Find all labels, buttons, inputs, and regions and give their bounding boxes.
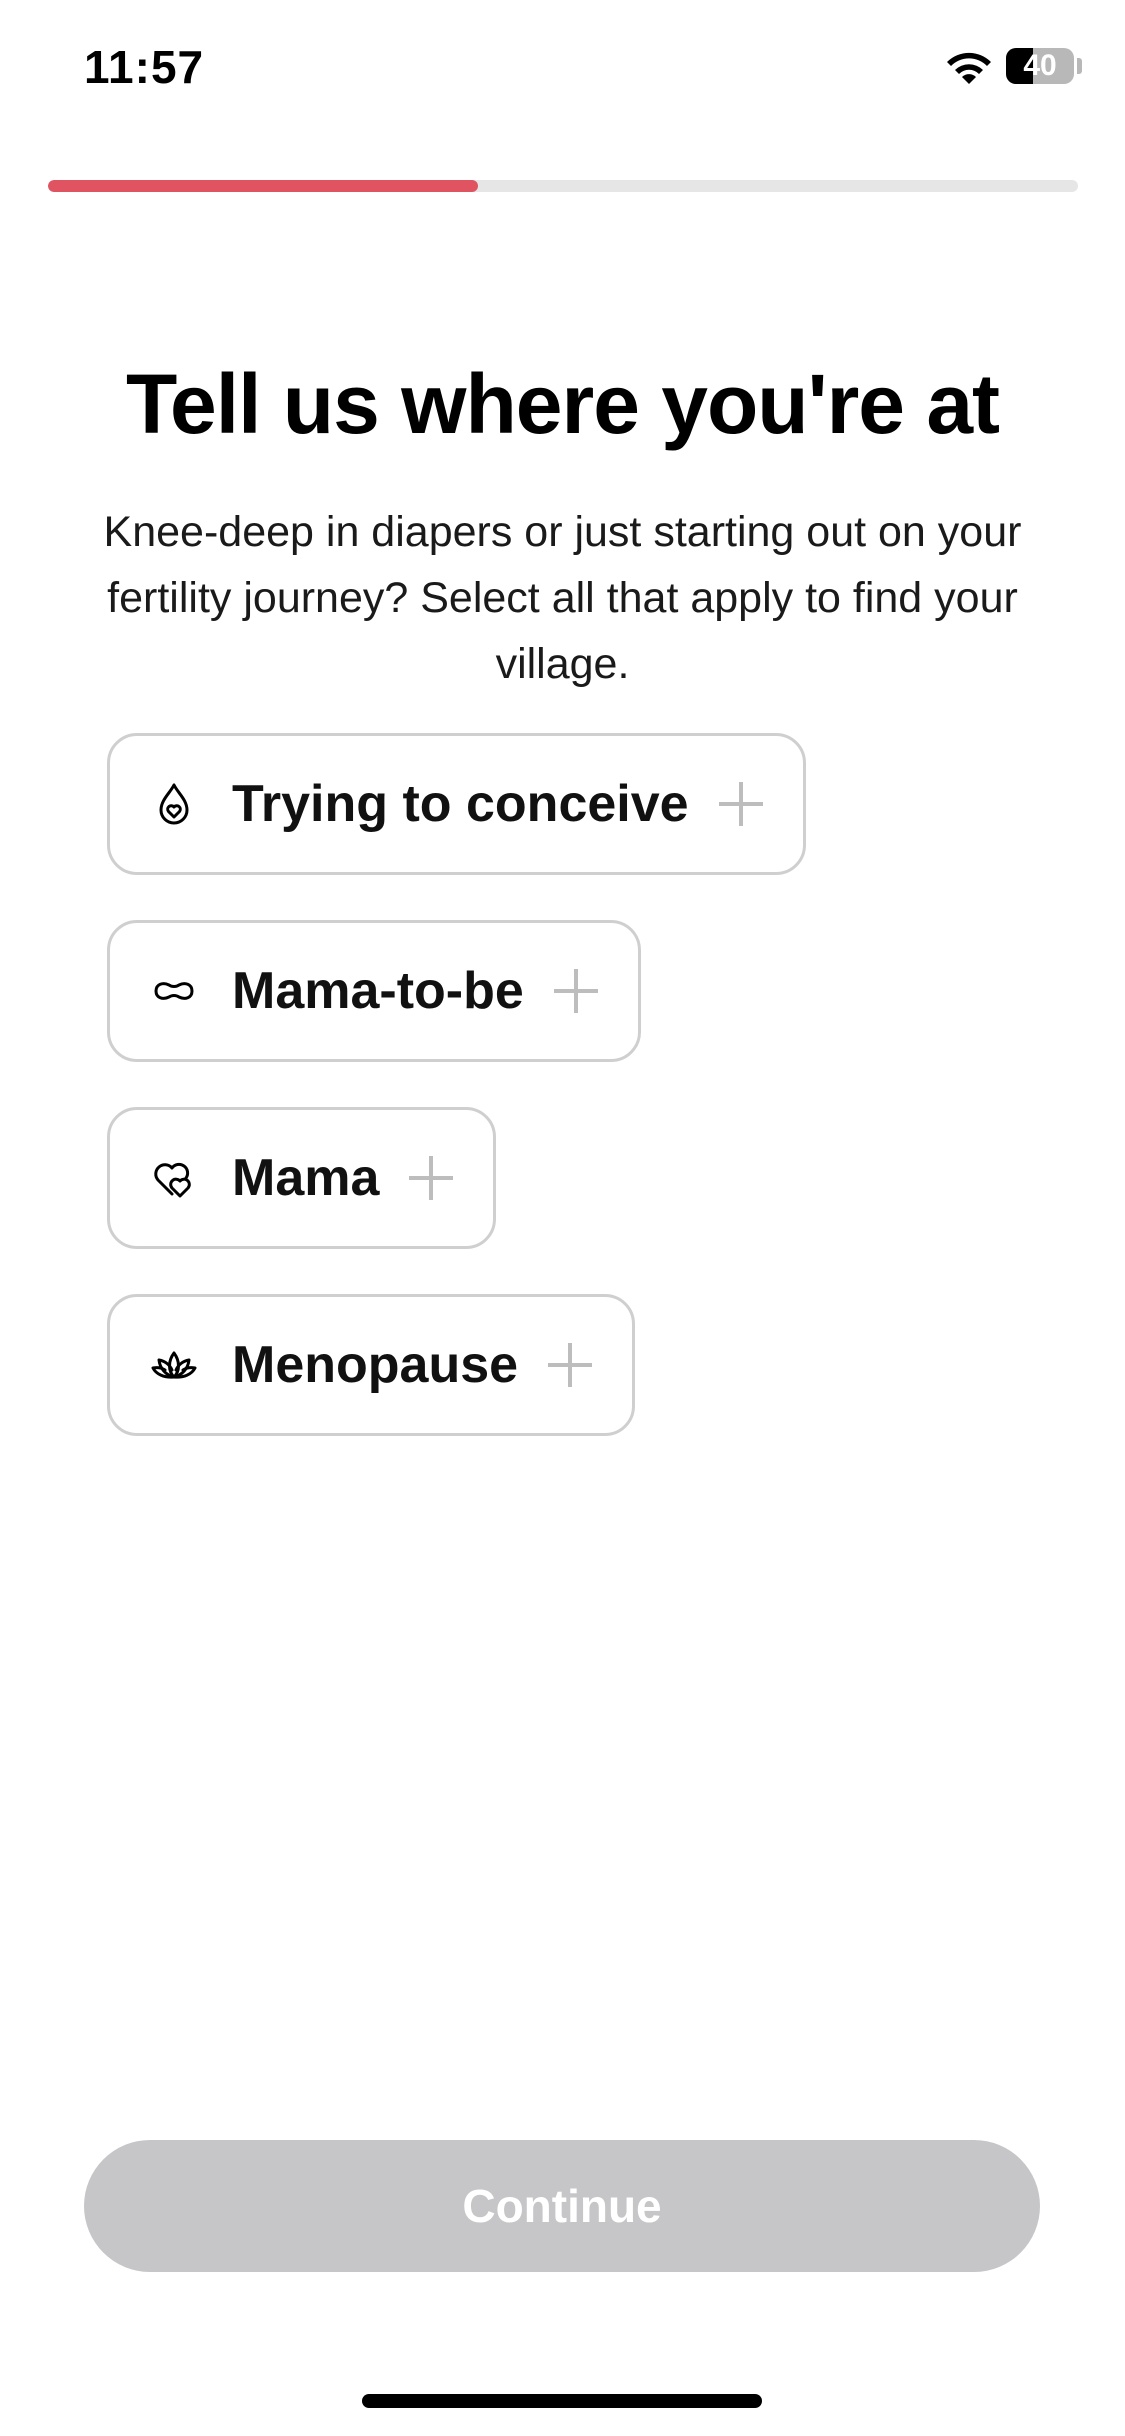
battery-tip <box>1077 58 1082 74</box>
option-menopause[interactable]: Menopause <box>107 1294 636 1436</box>
option-label: Mama <box>232 1149 380 1207</box>
page-subtitle: Knee-deep in diapers or just starting ou… <box>103 508 1022 688</box>
battery-level: 40 <box>1023 49 1057 82</box>
onboarding-progress-bar <box>48 180 1078 192</box>
option-mama-to-be[interactable]: Mama-to-be <box>107 920 641 1062</box>
wifi-icon <box>947 52 991 84</box>
lotus-icon <box>150 1341 198 1389</box>
drop-heart-icon <box>150 780 198 828</box>
page-title: Tell us where you're at <box>125 357 1000 452</box>
battery-icon: 40 <box>1006 48 1074 84</box>
status-time: 11:57 <box>84 41 205 93</box>
plus-icon <box>553 969 598 1013</box>
bean-icon <box>150 967 198 1015</box>
option-label: Menopause <box>232 1336 519 1394</box>
plus-icon <box>718 782 763 826</box>
stage-options: Trying to conceive Mama-to-be Mama Menop… <box>107 733 806 1481</box>
plus-icon <box>548 1343 593 1387</box>
home-indicator[interactable] <box>362 2394 762 2408</box>
plus-icon <box>409 1156 454 1200</box>
double-heart-icon <box>150 1154 198 1202</box>
option-label: Trying to conceive <box>232 775 689 833</box>
progress-fill <box>48 180 478 192</box>
continue-button[interactable]: Continue <box>84 2140 1040 2272</box>
option-trying-to-conceive[interactable]: Trying to conceive <box>107 733 806 875</box>
option-label: Mama-to-be <box>232 962 524 1020</box>
option-mama[interactable]: Mama <box>107 1107 497 1249</box>
